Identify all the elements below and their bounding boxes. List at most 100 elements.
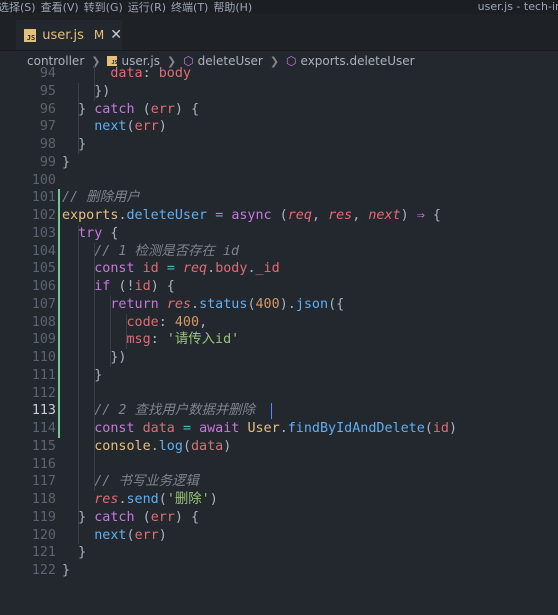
- code-line[interactable]: 121 }: [0, 544, 558, 562]
- code-line[interactable]: 110 }): [0, 349, 558, 367]
- code-line[interactable]: 101 // 删除用户: [0, 189, 558, 207]
- code-line[interactable]: 103 try {: [0, 225, 558, 243]
- code-token: (: [134, 509, 151, 525]
- menu-item[interactable]: 转到(G): [84, 0, 128, 14]
- line-number: 107: [31, 296, 56, 312]
- code-text: msg: '请传入id': [62, 331, 240, 349]
- code-token: req: [182, 261, 208, 277]
- code-token: }: [62, 367, 103, 383]
- line-number: 106: [31, 279, 56, 294]
- indent-guide: [78, 224, 80, 545]
- code-token: ) {: [174, 509, 200, 525]
- code-line[interactable]: 102 exports.deleteUser = async (req, res,…: [0, 207, 558, 225]
- code-token: (: [126, 119, 135, 135]
- code-line[interactable]: 113 // 2 查找用户数据并删除: [0, 402, 558, 420]
- menu-item[interactable]: 运行(R): [128, 0, 171, 14]
- line-number: 101: [31, 190, 56, 206]
- code-line[interactable]: 109 msg: '请传入id': [0, 331, 558, 349]
- tab-user-js[interactable]: JS user.js M ✕: [16, 20, 122, 50]
- line-number: 113: [31, 403, 56, 419]
- code-line[interactable]: 100: [0, 172, 558, 190]
- line-number: 119: [31, 509, 56, 525]
- code-token: next: [94, 527, 127, 543]
- code-token: ,: [311, 208, 329, 223]
- code-token: }: [62, 154, 71, 170]
- code-token: id: [142, 261, 159, 277]
- code-line[interactable]: 115 console.log(data): [0, 438, 558, 456]
- code-line[interactable]: 104 // 1 检测是否存在 id: [0, 243, 558, 261]
- code-line[interactable]: 114 const data = await User.findByIdAndD…: [0, 420, 558, 438]
- code-token: 400: [255, 296, 280, 312]
- code-token: status: [199, 296, 248, 312]
- code-line[interactable]: 95 }): [0, 83, 558, 101]
- code-line[interactable]: 117 // 书写业务逻辑: [0, 473, 558, 491]
- code-text: return res.status(400).json({: [62, 296, 344, 314]
- code-token: _id: [255, 261, 280, 277]
- menu-item[interactable]: 帮助(H): [213, 0, 257, 14]
- code-token: ): [223, 438, 232, 454]
- code-line[interactable]: 119 } catch (err) {: [0, 509, 558, 527]
- code-token: // 书写业务逻辑: [94, 474, 199, 490]
- code-token: {: [102, 225, 119, 241]
- code-text: }: [62, 367, 102, 385]
- line-number: 111: [31, 367, 56, 383]
- line-number: 105: [31, 261, 56, 277]
- code-text: exports.deleteUser = async (req, res, ne…: [62, 207, 441, 225]
- code-token: =: [166, 261, 175, 277]
- code-text: console.log(data): [62, 438, 231, 456]
- code-token: catch: [94, 101, 135, 117]
- code-token: }): [62, 83, 111, 99]
- code-token: console: [94, 438, 151, 454]
- indent-guide: [78, 82, 80, 154]
- code-text: }): [62, 83, 110, 101]
- code-line[interactable]: 97 next(err): [0, 118, 558, 136]
- modified-indicator: M: [93, 28, 105, 42]
- code-token: next: [94, 119, 127, 135]
- code-token: ): [158, 527, 167, 543]
- code-line[interactable]: 98 }: [0, 136, 558, 154]
- code-line[interactable]: 107 return res.status(400).json({: [0, 296, 558, 314]
- code-token: body: [215, 261, 248, 277]
- code-line[interactable]: 99}: [0, 154, 558, 172]
- code-line[interactable]: 116: [0, 456, 558, 474]
- code-line[interactable]: 120 next(err): [0, 527, 558, 545]
- line-number: 108: [31, 314, 56, 330]
- code-line[interactable]: 94 data: body: [0, 65, 558, 83]
- line-number: 94: [39, 66, 56, 81]
- code-token: exports: [62, 208, 119, 223]
- code-line[interactable]: 118 res.send('删除'): [0, 491, 558, 509]
- line-number: 122: [31, 563, 56, 578]
- code-text: // 删除用户: [62, 189, 140, 207]
- code-token: :: [158, 314, 175, 330]
- code-token: .: [279, 421, 288, 436]
- code-token: data: [110, 66, 143, 81]
- indent-guide: [94, 242, 96, 491]
- code-token: // 1 检测是否存在 id: [94, 243, 240, 259]
- code-token: // 删除用户: [62, 190, 140, 206]
- code-line[interactable]: 112: [0, 385, 558, 403]
- indent-guide: [126, 313, 128, 349]
- tab-label: user.js: [42, 27, 84, 43]
- menu-item[interactable]: 查看(V): [41, 0, 84, 14]
- code-line[interactable]: 108 code: 400,: [0, 314, 558, 332]
- code-token: ,: [199, 314, 208, 330]
- code-line[interactable]: 105 const id = req.body._id: [0, 260, 558, 278]
- menu-item[interactable]: 选择(S): [0, 0, 41, 14]
- code-token: .: [207, 261, 216, 277]
- code-line[interactable]: 106 if (!id) {: [0, 278, 558, 296]
- code-line[interactable]: 122}: [0, 562, 558, 580]
- code-token: ) {: [174, 101, 200, 117]
- code-token: err: [150, 101, 175, 117]
- code-token: data: [142, 421, 175, 436]
- code-line[interactable]: 111 }: [0, 367, 558, 385]
- menu-item[interactable]: 终端(T): [171, 0, 213, 14]
- close-icon[interactable]: ✕: [110, 27, 122, 43]
- line-number: 104: [31, 243, 56, 259]
- code-token: if: [94, 279, 111, 294]
- code-editor[interactable]: 94 data: body 95 }) 96 } catch (err) {97 n…: [0, 64, 558, 615]
- code-text: }: [62, 562, 70, 580]
- code-line[interactable]: 96 } catch (err) {: [0, 101, 558, 119]
